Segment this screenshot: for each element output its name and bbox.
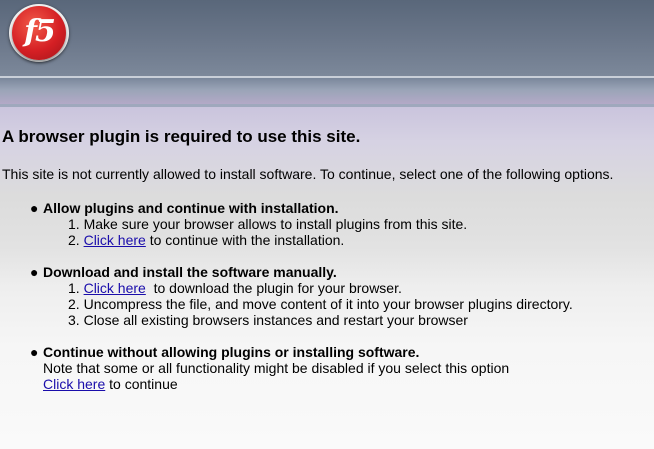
step-text: to download the plugin for your browser. [145,280,402,296]
f5-logo: f5 [12,6,66,60]
option-title: Continue without allowing plugins or ins… [43,344,420,360]
step-item: 3. Close all existing browsers instances… [68,312,573,328]
step-number: 2. [68,232,80,248]
step-number: 2. [68,296,80,312]
logo-text: f5 [24,13,56,49]
step-list: 1. Click here to download the plugin for… [30,280,573,328]
page-heading: A browser plugin is required to use this… [2,127,361,146]
continue-link[interactable]: Click here [43,376,105,392]
step-number: 1. [68,280,80,296]
bullet-icon: ● [30,264,39,280]
option-manual-install: ● Download and install the software manu… [30,264,573,328]
sub-header-bar [0,78,654,104]
step-item: 2. Uncompress the file, and move content… [68,296,573,312]
step-item: 2. Click here to continue with the insta… [68,232,467,248]
option-title: Download and install the software manual… [43,264,337,280]
step-item: 1. Click here to download the plugin for… [68,280,573,296]
option-title: Allow plugins and continue with installa… [43,200,339,216]
step-text: Close all existing browsers instances an… [83,312,468,328]
continue-row: Click here to continue [30,376,509,392]
continue-suffix: to continue [105,376,178,392]
top-header: f5 [0,0,654,76]
step-text: to continue with the installation. [145,232,345,248]
option-allow-plugins: ● Allow plugins and continue with instal… [30,200,467,248]
option-note: Note that some or all functionality migh… [43,360,510,376]
step-number: 1. [68,216,80,232]
option-continue-without: ● Continue without allowing plugins or i… [30,344,509,392]
step-list: 1. Make sure your browser allows to inst… [30,216,467,248]
bullet-icon: ● [30,200,39,216]
intro-text: This site is not currently allowed to in… [2,166,614,182]
step-text: Make sure your browser allows to install… [83,216,468,232]
download-plugin-link[interactable]: Click here [84,280,146,296]
step-number: 3. [68,312,80,328]
step-item: 1. Make sure your browser allows to inst… [68,216,467,232]
bullet-icon: ● [30,344,39,360]
continue-installation-link[interactable]: Click here [84,232,146,248]
step-text: Uncompress the file, and move content of… [83,296,573,312]
